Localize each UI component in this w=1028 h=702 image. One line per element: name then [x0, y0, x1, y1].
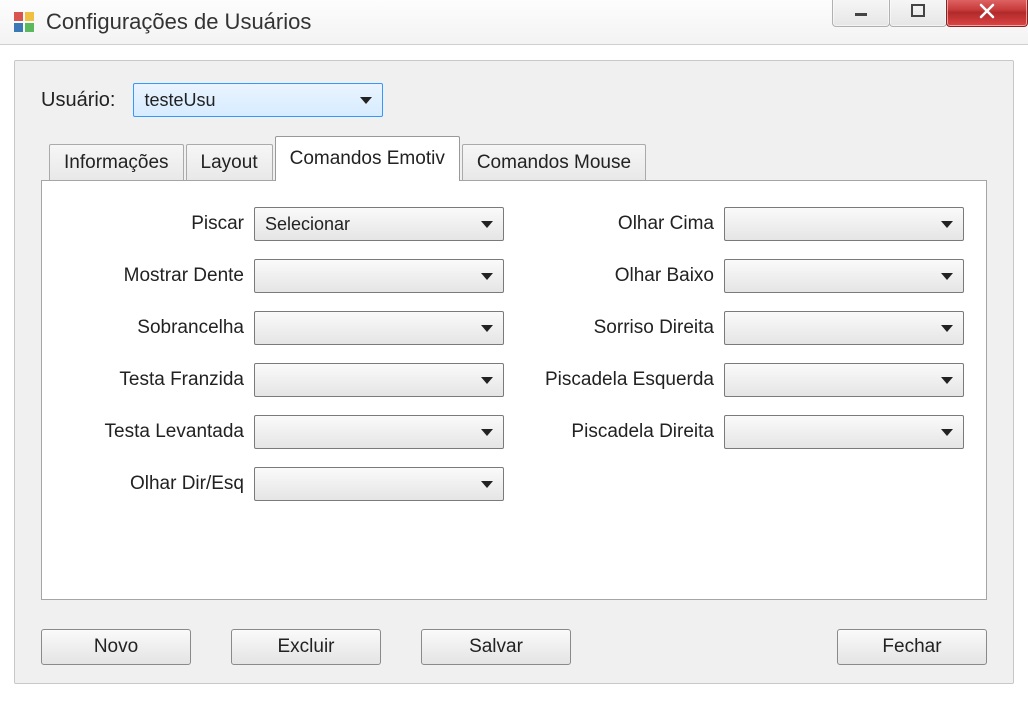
mapping-select-sobrancelha[interactable]	[254, 311, 504, 345]
maximize-button[interactable]	[889, 0, 947, 27]
mapping-label: Sorriso Direita	[524, 317, 714, 339]
mapping-label: Olhar Baixo	[524, 265, 714, 287]
chevron-down-icon	[481, 481, 493, 488]
mapping-select-sorriso-direita[interactable]	[724, 311, 964, 345]
application-icon	[14, 12, 34, 32]
tab-comandos-mouse[interactable]: Comandos Mouse	[462, 144, 646, 181]
window-controls	[833, 0, 1028, 27]
mapping-select-mostrar-dente[interactable]	[254, 259, 504, 293]
chevron-down-icon	[941, 325, 953, 332]
mapping-select-olhar-baixo[interactable]	[724, 259, 964, 293]
mapping-label: Olhar Cima	[524, 213, 714, 235]
mapping-row-olhar-cima: Olhar Cima	[524, 207, 964, 241]
dialog-footer: Novo Excluir Salvar Fechar	[41, 629, 987, 665]
user-label: Usuário:	[41, 89, 115, 112]
save-button[interactable]: Salvar	[421, 629, 571, 665]
user-select-value: testeUsu	[144, 90, 215, 111]
mapping-select-piscar[interactable]: Selecionar	[254, 207, 504, 241]
mapping-label: Mostrar Dente	[64, 265, 244, 287]
mapping-label: Olhar Dir/Esq	[64, 473, 244, 495]
mapping-label: Testa Levantada	[64, 421, 244, 443]
titlebar: Configurações de Usuários	[0, 0, 1028, 45]
mapping-row-olhar-dir-esq: Olhar Dir/Esq	[64, 467, 504, 501]
mapping-row-piscadela-direita: Piscadela Direita	[524, 415, 964, 449]
mapping-label: Piscadela Esquerda	[524, 369, 714, 391]
mapping-select-testa-franzida[interactable]	[254, 363, 504, 397]
mapping-row-testa-levantada: Testa Levantada	[64, 415, 504, 449]
tab-label: Layout	[201, 152, 258, 173]
mapping-row-piscadela-esquerda: Piscadela Esquerda	[524, 363, 964, 397]
delete-button[interactable]: Excluir	[231, 629, 381, 665]
user-selector-row: Usuário: testeUsu	[41, 83, 987, 117]
chevron-down-icon	[481, 273, 493, 280]
mapping-column-left: Piscar Selecionar Mostrar Dente Sobrance…	[64, 207, 504, 501]
tab-label: Comandos Mouse	[477, 152, 631, 173]
close-window-button[interactable]	[946, 0, 1028, 27]
chevron-down-icon	[481, 429, 493, 436]
window-title: Configurações de Usuários	[46, 9, 311, 35]
minimize-button[interactable]	[832, 0, 890, 27]
mapping-row-mostrar-dente: Mostrar Dente	[64, 259, 504, 293]
mapping-row-testa-franzida: Testa Franzida	[64, 363, 504, 397]
mapping-row-sobrancelha: Sobrancelha	[64, 311, 504, 345]
mapping-row-sorriso-direita: Sorriso Direita	[524, 311, 964, 345]
mapping-select-olhar-dir-esq[interactable]	[254, 467, 504, 501]
chevron-down-icon	[481, 377, 493, 384]
tab-layout[interactable]: Layout	[186, 144, 273, 181]
tab-label: Informações	[64, 152, 169, 173]
new-button[interactable]: Novo	[41, 629, 191, 665]
mapping-value: Selecionar	[265, 214, 350, 235]
mapping-select-olhar-cima[interactable]	[724, 207, 964, 241]
mapping-select-piscadela-esquerda[interactable]	[724, 363, 964, 397]
chevron-down-icon	[481, 325, 493, 332]
tab-informacoes[interactable]: Informações	[49, 144, 184, 181]
dialog-client-area: Usuário: testeUsu Informações Layout Com…	[14, 60, 1014, 684]
tab-panel-comandos-emotiv: Piscar Selecionar Mostrar Dente Sobrance…	[41, 180, 987, 600]
mapping-select-testa-levantada[interactable]	[254, 415, 504, 449]
tabstrip: Informações Layout Comandos Emotiv Coman…	[49, 135, 987, 180]
mapping-column-right: Olhar Cima Olhar Baixo Sorriso Direita	[524, 207, 964, 501]
close-button[interactable]: Fechar	[837, 629, 987, 665]
chevron-down-icon	[941, 221, 953, 228]
mapping-label: Testa Franzida	[64, 369, 244, 391]
mapping-select-piscadela-direita[interactable]	[724, 415, 964, 449]
tab-comandos-emotiv[interactable]: Comandos Emotiv	[275, 136, 460, 181]
mapping-label: Piscar	[64, 213, 244, 235]
mapping-label: Piscadela Direita	[524, 421, 714, 443]
chevron-down-icon	[941, 429, 953, 436]
chevron-down-icon	[941, 377, 953, 384]
mapping-label: Sobrancelha	[64, 317, 244, 339]
mapping-row-olhar-baixo: Olhar Baixo	[524, 259, 964, 293]
chevron-down-icon	[481, 221, 493, 228]
chevron-down-icon	[941, 273, 953, 280]
mapping-row-piscar: Piscar Selecionar	[64, 207, 504, 241]
chevron-down-icon	[360, 97, 372, 104]
tab-label: Comandos Emotiv	[290, 148, 445, 169]
user-select[interactable]: testeUsu	[133, 83, 383, 117]
